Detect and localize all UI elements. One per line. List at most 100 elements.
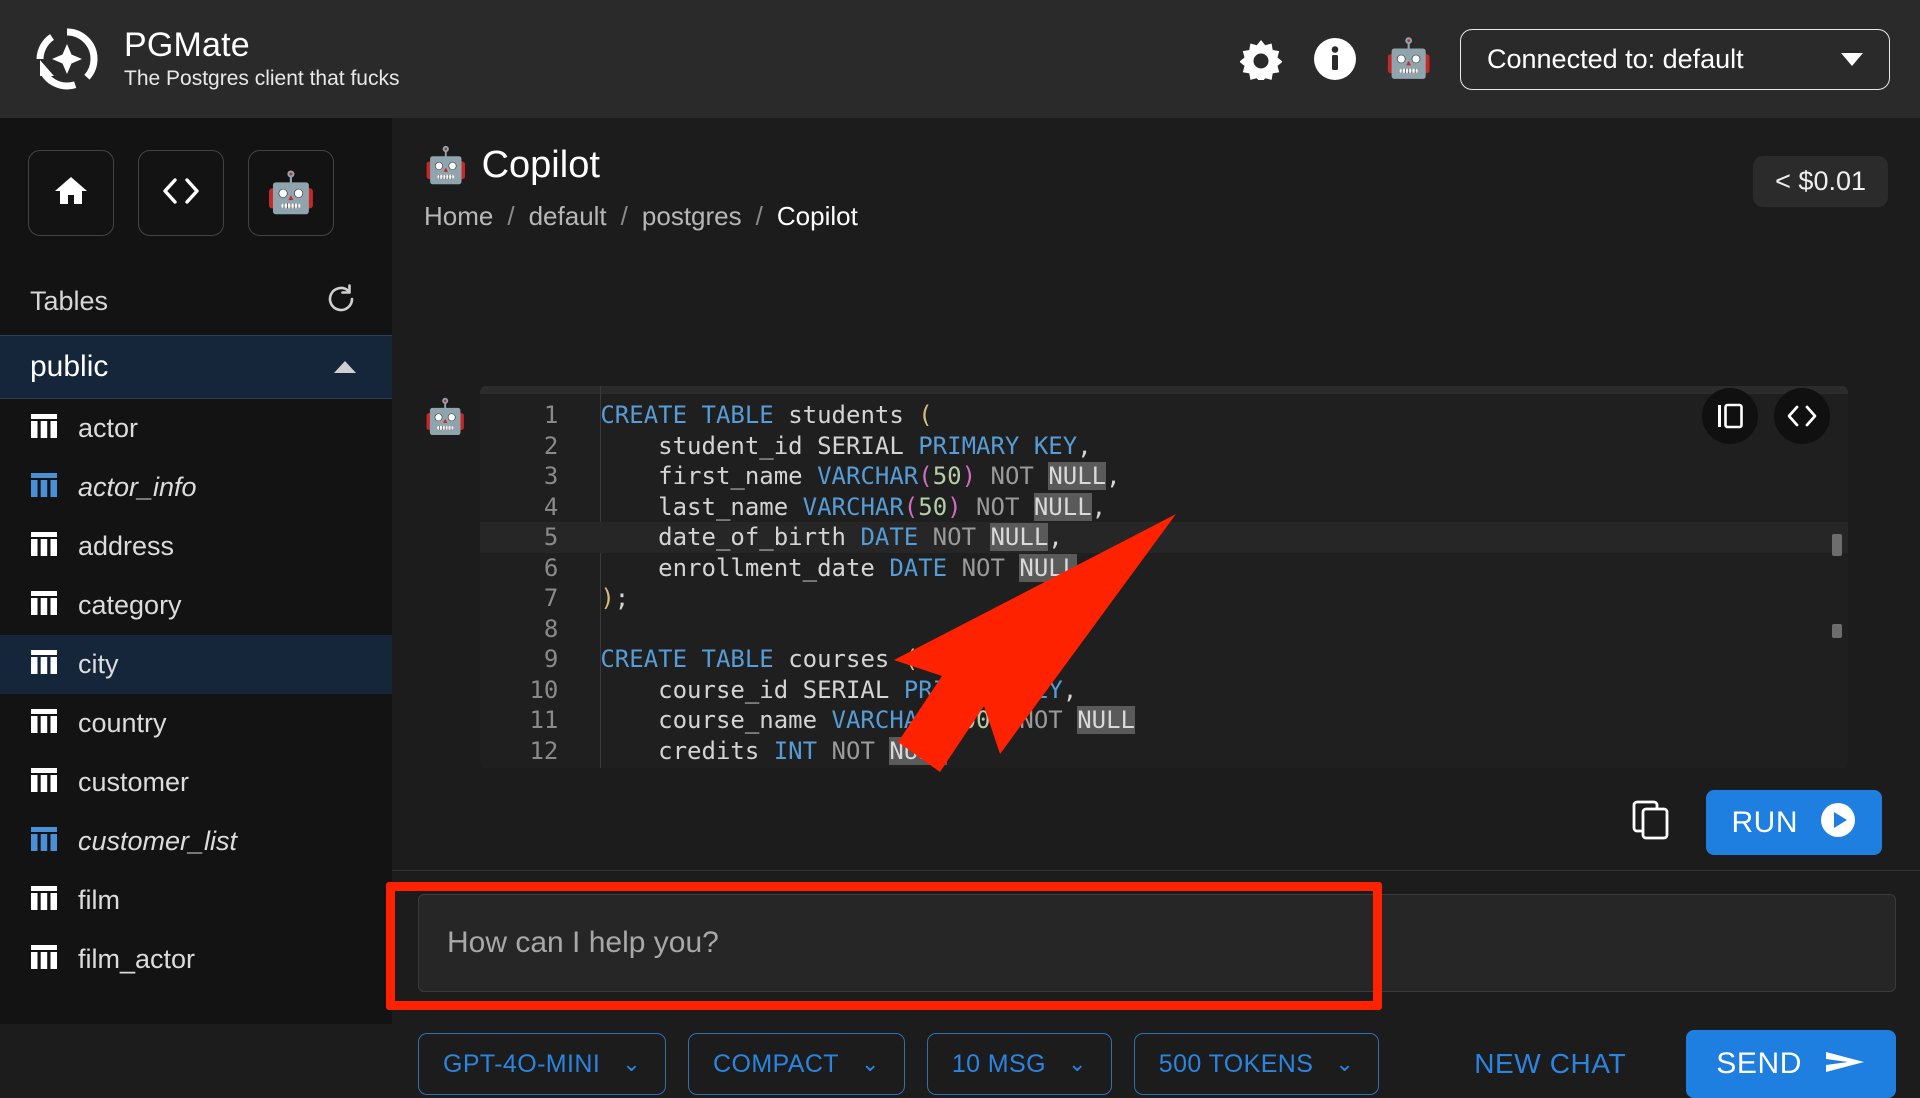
code-scroll-thumb-1[interactable] bbox=[1832, 534, 1843, 556]
brightness-gear-icon[interactable] bbox=[1238, 36, 1284, 82]
breadcrumb-separator: / bbox=[755, 201, 763, 231]
sidebar-table-city[interactable]: city bbox=[0, 635, 392, 694]
send-arrow-icon bbox=[1824, 1047, 1866, 1082]
history-select[interactable]: 10 MSG ⌄ bbox=[926, 1033, 1112, 1095]
table-icon bbox=[30, 943, 58, 976]
code-block-actions bbox=[1702, 388, 1831, 444]
code-line: student_id SERIAL PRIMARY KEY, bbox=[480, 431, 1848, 462]
breadcrumb-item-default[interactable]: default bbox=[529, 201, 607, 232]
sidebar: 🤖 Tables public actor actor_info address ca… bbox=[0, 118, 392, 1024]
robot-icon: 🤖 bbox=[266, 171, 316, 215]
top-bar: PGMate The Postgres client that fucks 🤖 … bbox=[0, 0, 1920, 118]
model-select-label: GPT-4O-MINI bbox=[443, 1049, 601, 1078]
composer-pill-group: GPT-4O-MINI ⌄ COMPACT ⌄ 10 MSG ⌄ 500 TOKENS ⌄ bbox=[418, 1033, 1380, 1095]
info-icon[interactable] bbox=[1312, 36, 1358, 82]
table-label: actor bbox=[78, 413, 139, 443]
tokens-select-label: 500 TOKENS bbox=[1158, 1049, 1314, 1078]
run-button[interactable]: RUN bbox=[1705, 790, 1882, 855]
code-line: credits INT NOT NULL bbox=[480, 736, 1848, 767]
code-line: date_of_birth DATE NOT NULL, bbox=[480, 522, 1849, 553]
top-bar-actions: 🤖 Connected to: default bbox=[1238, 28, 1920, 90]
tables-header: Tables bbox=[0, 236, 392, 335]
table-icon bbox=[30, 707, 58, 740]
chevron-down-icon: ⌄ bbox=[622, 1051, 642, 1076]
sidebar-copilot-button[interactable]: 🤖 bbox=[248, 150, 334, 236]
app-title: PGMate bbox=[124, 25, 250, 64]
table-list: actor actor_info address category city countr… bbox=[0, 399, 392, 989]
code-scrollbar[interactable] bbox=[1832, 464, 1843, 764]
copy-icon[interactable] bbox=[1632, 800, 1670, 845]
code-line: ); bbox=[480, 583, 1848, 614]
table-label: category bbox=[78, 590, 182, 620]
sidebar-table-actor_info[interactable]: actor_info bbox=[0, 458, 392, 517]
table-icon bbox=[30, 766, 58, 799]
chevron-up-icon bbox=[334, 361, 356, 373]
sidebar-schema-public[interactable]: public bbox=[0, 335, 392, 399]
panel-split-icon[interactable] bbox=[1702, 388, 1759, 444]
composer-toolbar: GPT-4O-MINI ⌄ COMPACT ⌄ 10 MSG ⌄ 500 TOKENS ⌄ N… bbox=[418, 1030, 1896, 1098]
chevron-down-icon bbox=[1841, 52, 1863, 66]
breadcrumb-separator: / bbox=[507, 201, 515, 231]
main-content: 🤖 Copilot Home / default / postgres / Copilot … bbox=[392, 118, 1920, 1098]
home-icon bbox=[53, 173, 89, 214]
table-label: film_actor bbox=[78, 944, 196, 974]
breadcrumb-separator: / bbox=[620, 201, 628, 231]
app-brand: PGMate The Postgres client that fucks bbox=[0, 24, 399, 94]
code-line: course_name VARCHAR(100) NOT NULL bbox=[480, 705, 1848, 736]
connection-dropdown[interactable]: Connected to: default bbox=[1460, 28, 1890, 90]
sidebar-table-actor[interactable]: actor bbox=[0, 399, 392, 458]
code-line: first_name VARCHAR(50) NOT NULL, bbox=[480, 461, 1848, 492]
table-label: country bbox=[78, 708, 167, 738]
run-bar: RUN bbox=[1632, 790, 1882, 855]
sql-code-block: CREATE TABLE students ( student_id SERIA… bbox=[480, 386, 1849, 768]
sidebar-table-country[interactable]: country bbox=[0, 694, 392, 753]
breadcrumb-item-postgres[interactable]: postgres bbox=[642, 201, 742, 232]
chevron-down-icon: ⌄ bbox=[1335, 1051, 1355, 1076]
chat-input[interactable]: How can I help you? bbox=[418, 894, 1896, 992]
sidebar-table-category[interactable]: category bbox=[0, 576, 392, 635]
code-brackets-icon[interactable] bbox=[1774, 388, 1831, 444]
table-icon bbox=[30, 589, 58, 622]
refresh-icon[interactable] bbox=[326, 284, 356, 319]
page-header: 🤖 Copilot Home / default / postgres / Copilot … bbox=[392, 118, 1920, 232]
breadcrumb: Home / default / postgres / Copilot bbox=[424, 201, 1920, 232]
table-icon bbox=[30, 471, 58, 504]
run-label: RUN bbox=[1731, 805, 1798, 839]
chevron-down-icon: ⌄ bbox=[860, 1051, 880, 1076]
sidebar-table-customer_list[interactable]: customer_list bbox=[0, 812, 392, 871]
table-icon bbox=[30, 530, 58, 563]
tokens-select[interactable]: 500 TOKENS ⌄ bbox=[1133, 1033, 1380, 1095]
copilot-robot-icon[interactable]: 🤖 bbox=[1385, 36, 1432, 82]
table-icon bbox=[30, 648, 58, 681]
code-line: CREATE TABLE students ( bbox=[480, 400, 1848, 431]
table-label: customer bbox=[78, 767, 190, 797]
sidebar-table-film_actor[interactable]: film_actor bbox=[0, 930, 392, 989]
sidebar-sql-editor-button[interactable] bbox=[138, 150, 224, 236]
assistant-message: 🤖 CREATE TABLE students ( bbox=[424, 386, 1920, 768]
sidebar-table-address[interactable]: address bbox=[0, 517, 392, 576]
mode-select[interactable]: COMPACT ⌄ bbox=[688, 1033, 905, 1095]
breadcrumb-item-Home[interactable]: Home bbox=[424, 201, 493, 232]
sidebar-table-customer[interactable]: customer bbox=[0, 753, 392, 812]
table-icon bbox=[30, 884, 58, 917]
sidebar-home-button[interactable] bbox=[28, 150, 114, 236]
code-line: CREATE TABLE courses ( bbox=[480, 644, 1848, 675]
sidebar-table-film[interactable]: film bbox=[0, 871, 392, 930]
breadcrumb-item-Copilot: Copilot bbox=[776, 201, 858, 231]
sparkle-refresh-logo-icon bbox=[32, 24, 102, 94]
table-icon bbox=[30, 412, 58, 445]
code-block-top-strip bbox=[480, 386, 1849, 394]
code-scroll-thumb-2[interactable] bbox=[1832, 624, 1843, 638]
new-chat-button[interactable]: NEW CHAT bbox=[1474, 1048, 1626, 1080]
model-select[interactable]: GPT-4O-MINI ⌄ bbox=[418, 1033, 667, 1095]
play-circle-icon bbox=[1820, 802, 1856, 843]
table-label: customer_list bbox=[78, 826, 238, 856]
section-divider bbox=[392, 870, 1920, 871]
app-subtitle: The Postgres client that fucks bbox=[124, 67, 400, 91]
table-label: city bbox=[78, 649, 119, 679]
table-label: film bbox=[78, 885, 120, 915]
robot-icon: 🤖 bbox=[424, 146, 468, 185]
mode-select-label: COMPACT bbox=[713, 1049, 839, 1078]
send-button[interactable]: SEND bbox=[1686, 1030, 1896, 1098]
sql-code-text[interactable]: CREATE TABLE students ( student_id SERIA… bbox=[480, 394, 1849, 768]
